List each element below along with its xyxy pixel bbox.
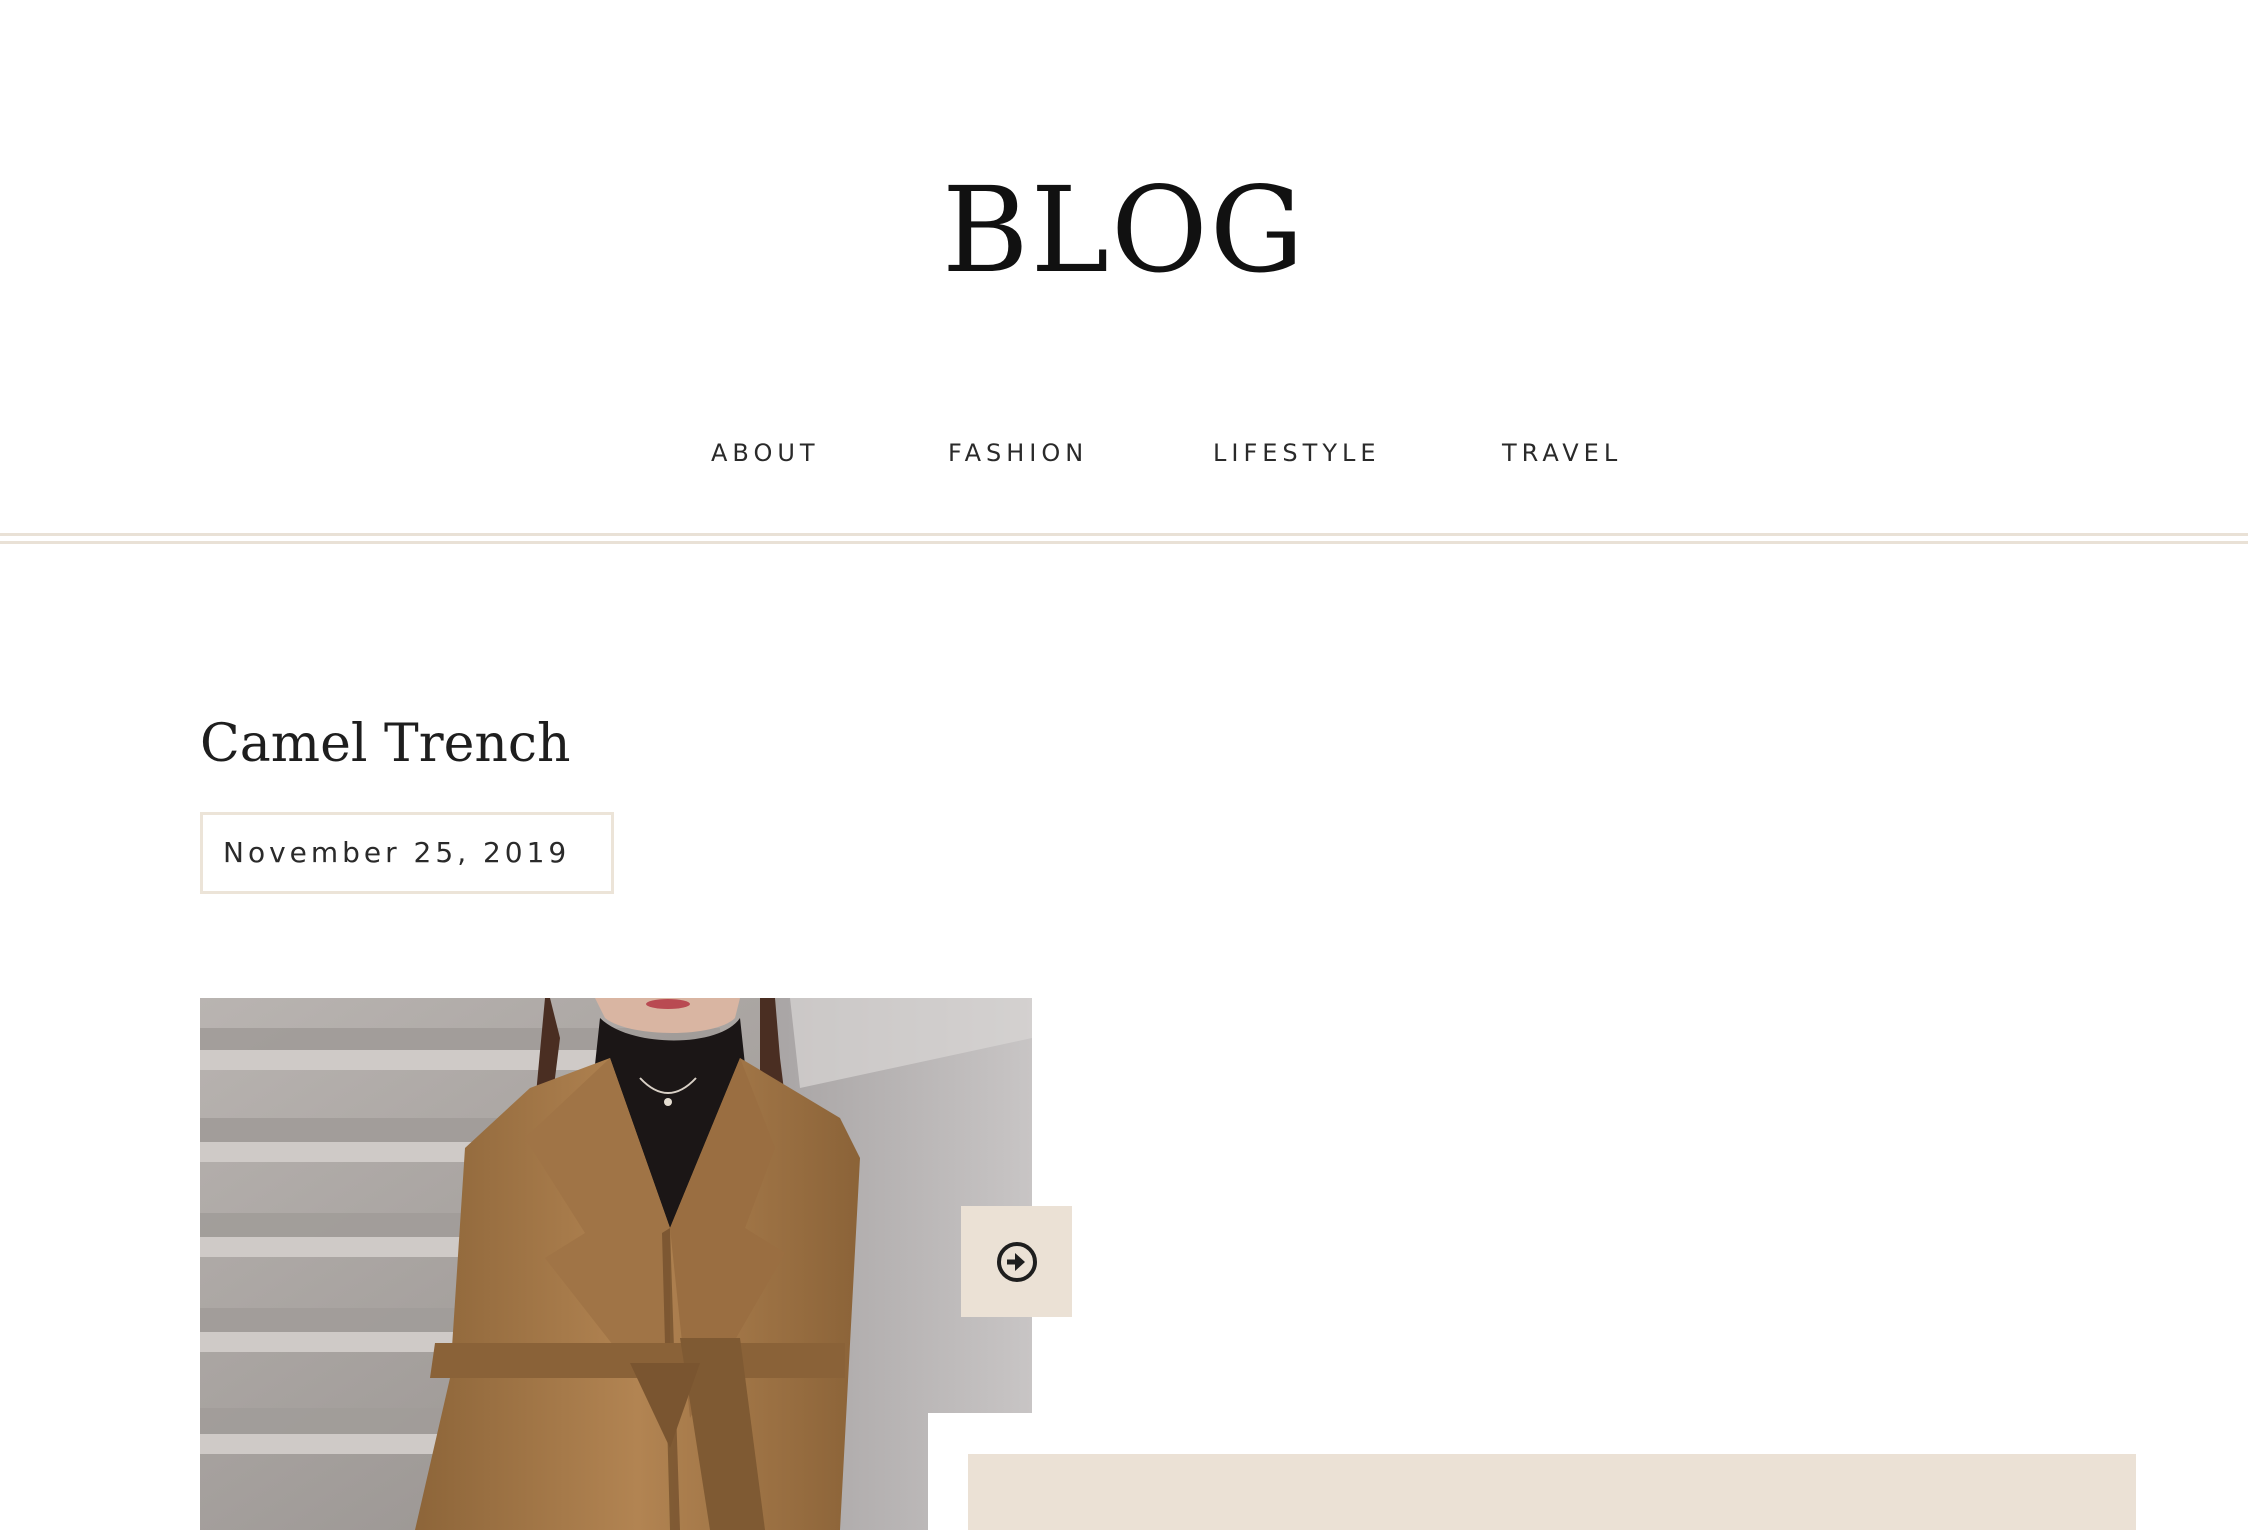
next-post-button[interactable]: [961, 1206, 1072, 1317]
site-title: BLOG: [941, 161, 1307, 299]
post-title[interactable]: Camel Trench: [200, 708, 570, 780]
header-divider-top: [0, 533, 2248, 536]
nav-item-travel[interactable]: TRAVEL: [1502, 436, 1622, 470]
arrow-right-circle-icon: [995, 1240, 1039, 1284]
post-image[interactable]: [200, 998, 1032, 1530]
post-date: November 25, 2019: [200, 812, 614, 894]
nav-item-about[interactable]: ABOUT: [711, 436, 820, 470]
main-nav: ABOUT FASHION LIFESTYLE TRAVEL: [0, 436, 2248, 476]
nav-item-lifestyle[interactable]: LIFESTYLE: [1213, 436, 1381, 470]
post-excerpt-panel: [968, 1454, 2136, 1530]
nav-item-fashion[interactable]: FASHION: [948, 436, 1088, 470]
header-divider-bottom: [0, 541, 2248, 544]
